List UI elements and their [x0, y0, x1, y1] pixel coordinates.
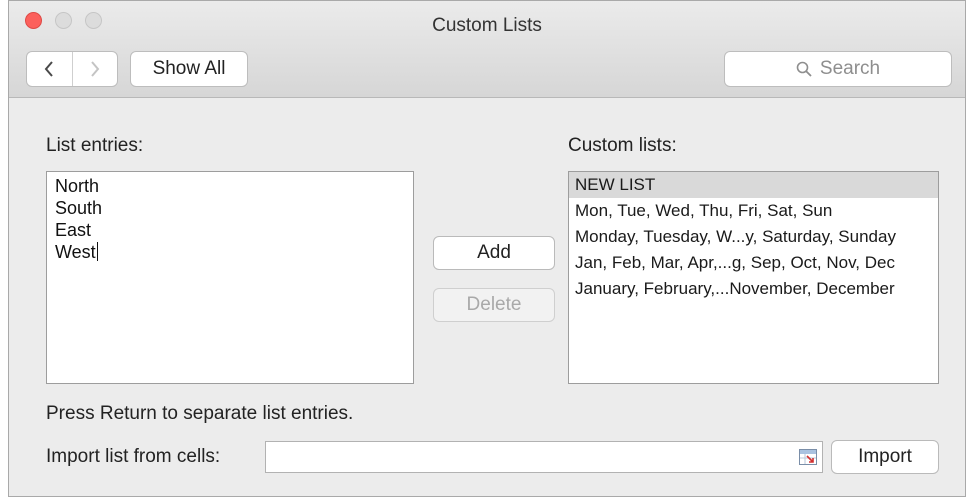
forward-button[interactable]	[71, 52, 118, 86]
import-label: Import list from cells:	[46, 446, 221, 467]
list-entry-with-caret: West	[55, 241, 405, 263]
window-title: Custom Lists	[432, 15, 542, 36]
navigation-buttons	[26, 51, 118, 87]
custom-lists-window: Custom Lists Show All Search List entrie…	[8, 0, 966, 497]
add-button[interactable]: Add	[433, 236, 555, 270]
list-entry: West	[55, 242, 96, 262]
list-entry: East	[55, 220, 92, 240]
custom-lists-label: Custom lists:	[568, 135, 677, 156]
list-entries-label: List entries:	[46, 135, 144, 156]
back-button[interactable]	[27, 52, 72, 86]
show-all-button[interactable]: Show All	[130, 51, 248, 87]
custom-list-item[interactable]: January, February,...November, December	[569, 276, 938, 302]
custom-list-item-new-list[interactable]: NEW LIST	[569, 172, 938, 198]
text-caret	[96, 242, 98, 261]
list-entry: South	[55, 198, 103, 218]
custom-list-item[interactable]: Monday, Tuesday, W...y, Saturday, Sunday	[569, 224, 938, 250]
search-placeholder: Search	[819, 58, 881, 79]
title-bar: Custom Lists Show All Search	[9, 1, 965, 98]
separator-hint: Press Return to separate list entries.	[46, 403, 354, 424]
import-range-input[interactable]	[265, 441, 823, 473]
custom-lists-listbox[interactable]: NEW LIST Mon, Tue, Wed, Thu, Fri, Sat, S…	[568, 171, 939, 384]
chevron-right-icon	[90, 61, 100, 77]
range-select-icon[interactable]	[799, 449, 817, 465]
custom-list-item[interactable]: Mon, Tue, Wed, Thu, Fri, Sat, Sun	[569, 198, 938, 224]
search-field[interactable]: Search	[724, 51, 952, 87]
chevron-left-icon	[44, 61, 54, 77]
import-button[interactable]: Import	[831, 440, 939, 474]
list-entries-textarea[interactable]: North South East West	[46, 171, 414, 384]
search-icon	[796, 61, 812, 77]
delete-button[interactable]: Delete	[433, 288, 555, 322]
list-entry: North	[55, 176, 100, 196]
custom-list-item[interactable]: Jan, Feb, Mar, Apr,...g, Sep, Oct, Nov, …	[569, 250, 938, 276]
